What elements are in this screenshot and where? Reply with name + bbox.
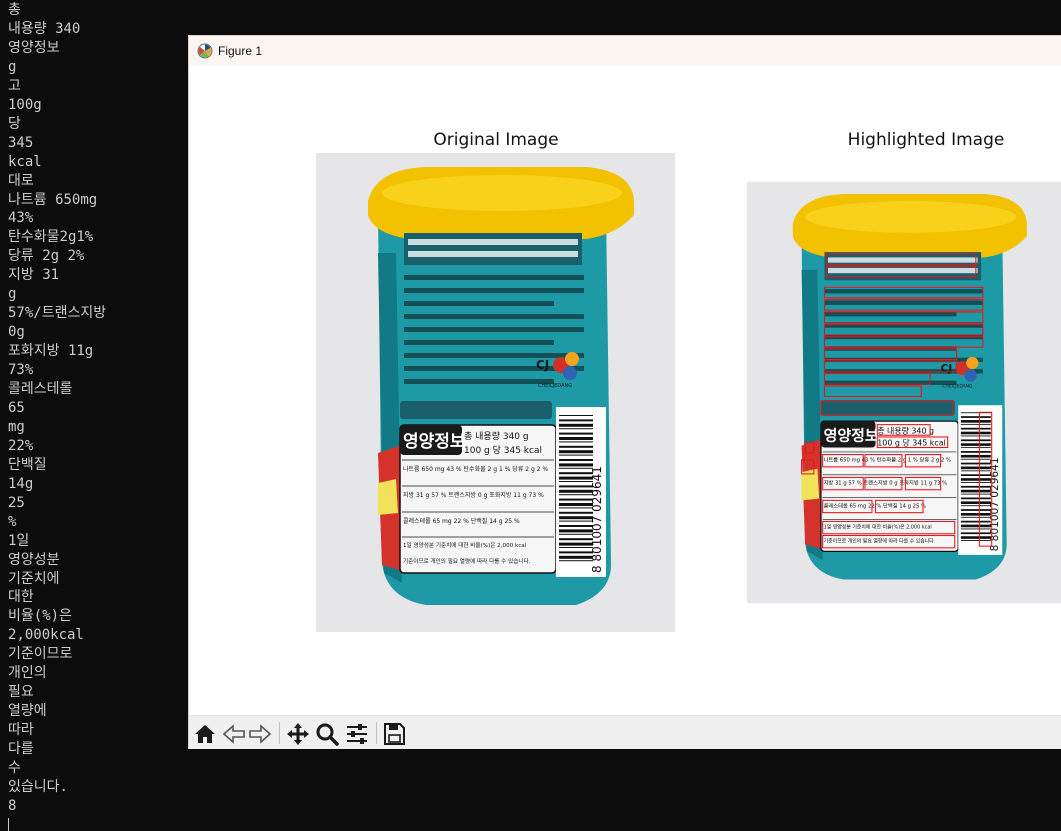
terminal-line: 콜레스테롤 [8, 381, 73, 397]
nutrition-heading: 영양정보 [403, 432, 466, 452]
terminal-line: 탄수화물2g1% [8, 229, 94, 246]
cj-logo-subtext: CHEILJEDANG [538, 383, 572, 389]
zoom-icon [316, 723, 339, 746]
back-icon [222, 724, 245, 744]
terminal-line: 22% [8, 437, 34, 454]
navigation-toolbar [189, 715, 1061, 749]
terminal-line: 있습니다. [8, 778, 68, 795]
figure-window: Figure 1 Original Image Highlighted Imag… [188, 35, 1061, 749]
nutrition-per-100g: 100 g 당 345 kcal [464, 445, 542, 456]
terminal-line: mg [8, 418, 25, 435]
cj-logo-text: CJ [941, 363, 953, 375]
terminal-line: 다를 [8, 741, 34, 758]
terminal-line: 43% [8, 210, 34, 227]
nutrition-row-2: 지방 31 g 57 % 트랜스지방 0 g 포화지방 11 g 73 % [824, 478, 948, 486]
terminal-cursor [8, 818, 9, 831]
barcode-number: 8 801007 029641 [989, 457, 1001, 551]
terminal-line: 수 [8, 760, 21, 776]
terminal-line: 100g [8, 96, 42, 113]
nutrition-heading: 영양정보 [824, 426, 879, 444]
nutrition-note-2: 기준이므로 개인의 필요 열량에 따라 다를 수 있습니다. [403, 557, 531, 565]
terminal-line: 단백질 [8, 456, 47, 473]
terminal-line: 57%/트랜스지방 [8, 305, 107, 322]
highlighted-can-photo: CJ CHEILJEDANG 영양정보총 내용량 340 g 100 g 당 345 … [747, 181, 1061, 604]
nutrition-row-3: 콜레스테롤 65 mg 22 % 단백질 14 g 25 % [824, 501, 926, 509]
terminal-line: 따라 [8, 722, 34, 739]
window-titlebar[interactable]: Figure 1 [189, 36, 1061, 65]
configure-subplots-icon [347, 724, 367, 744]
nutrition-serving: 총 내용량 340 g [464, 430, 529, 442]
original-image: CJ CHEILJEDANG 영양정보 총 내용량 340 g 100 g 당 345 … [316, 153, 675, 632]
terminal-line: 당류 2g 2% [8, 248, 85, 265]
nutrition-note-1: 1일 영양성분 기준치에 대한 비율(%)은 2,000 kcal [824, 523, 932, 530]
nutrition-row-1: 나트륨 650 mg 43 % 탄수화물 2 g 1 % 당류 2 g 2 % [824, 456, 951, 464]
figure-canvas[interactable]: Original Image Highlighted Image CJ CHEIL… [189, 65, 1061, 715]
toolbar-separator [376, 722, 377, 744]
nutrition-note-1: 1일 영양성분 기준치에 대한 비율(%)은 2,000 kcal [403, 541, 527, 549]
nutrition-note-2: 기준이므로 개인의 필요 열량에 따라 다를 수 있습니다. [824, 538, 936, 545]
terminal-line: 대로 [8, 172, 34, 189]
highlighted-image: CJ CHEILJEDANG 영양정보 총 내용량 340 g 100 g 당 345 … [747, 153, 1061, 632]
terminal-line: 14g [8, 475, 34, 492]
cj-logo-text: CJ [536, 358, 549, 372]
window-title: Figure 1 [218, 44, 263, 58]
terminal-line: 345 [8, 134, 34, 151]
terminal-line: g [8, 58, 17, 75]
terminal-line: 2,000kcal [8, 627, 84, 644]
terminal-line: 필요 [8, 684, 34, 701]
terminal-line: 영양정보 [8, 39, 60, 56]
terminal-line: 고 [8, 77, 21, 94]
nutrition-row-1: 나트륨 650 mg 43 % 탄수화물 2 g 1 % 당류 2 g 2 % [403, 465, 548, 473]
terminal-line: 대한 [8, 589, 34, 606]
home-button[interactable] [192, 721, 218, 747]
terminal-line: 포화지방 11g [8, 343, 94, 360]
save-button[interactable] [381, 721, 407, 747]
terminal-line: 25 [8, 494, 25, 511]
back-button[interactable] [221, 721, 247, 747]
forward-icon [249, 724, 272, 744]
save-icon [384, 723, 405, 745]
terminal-line: 영양성분 [8, 551, 60, 568]
terminal-line: 총 [8, 2, 21, 18]
terminal-line: 내용량 340 [8, 20, 81, 37]
pan-button[interactable] [285, 721, 311, 747]
terminal-line: 73% [8, 362, 34, 379]
terminal-line: 0g [8, 324, 25, 341]
pan-icon [287, 723, 309, 745]
original-can-photo: CJ CHEILJEDANG 영양정보총 내용량 340 g 100 g 당 345 … [316, 153, 675, 632]
barcode-number: 8 801007 029641 [590, 466, 604, 573]
terminal-line: 당 [8, 115, 21, 132]
highlighted-image-title: Highlighted Image [847, 130, 1005, 150]
nutrition-row-3: 콜레스테롤 65 mg 22 % 단백질 14 g 25 % [403, 517, 520, 525]
cj-logo-subtext: CHEILJEDANG [942, 384, 973, 390]
matplotlib-icon [197, 43, 213, 59]
nutrition-serving: 총 내용량 340 g [877, 425, 934, 435]
forward-button[interactable] [247, 721, 273, 747]
terminal-line: 지방 31 [8, 267, 60, 284]
configure-subplots-button[interactable] [344, 721, 370, 747]
terminal-output[interactable]: 총 내용량 340 영양정보 g 고 100g 당 345 kcal 대로 나트륨 650mg 43%… [0, 0, 188, 831]
home-icon [195, 725, 215, 743]
terminal-line: 비율(%)은 [8, 608, 72, 625]
terminal-line: kcal [8, 153, 42, 170]
terminal-line: 개인의 [8, 665, 47, 682]
original-image-title: Original Image [433, 130, 559, 150]
terminal-line: 65 [8, 399, 25, 416]
terminal-line: 나트륨 650mg [8, 191, 98, 208]
zoom-button[interactable] [314, 721, 340, 747]
terminal-line: 1일 [8, 532, 30, 549]
nutrition-per-100g: 100 g 당 345 kcal [877, 438, 946, 448]
terminal-line: g [8, 286, 17, 303]
terminal-line: 8 [8, 797, 17, 814]
terminal-line: 열량에 [8, 703, 47, 720]
terminal-line: 기준치에 [8, 570, 60, 587]
terminal-line: % [8, 513, 17, 530]
toolbar-separator [279, 722, 280, 744]
terminal-line: 기준이므로 [8, 646, 73, 663]
nutrition-row-2: 지방 31 g 57 % 트랜스지방 0 g 포화지방 11 g 73 % [403, 491, 544, 499]
